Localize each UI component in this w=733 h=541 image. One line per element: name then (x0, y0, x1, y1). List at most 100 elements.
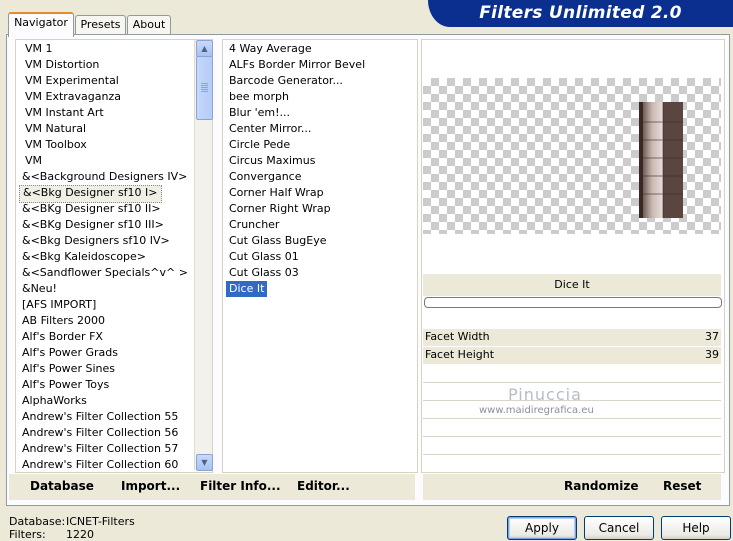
category-item[interactable]: &<Sandflower Specials^v^ > (16, 265, 212, 281)
filter-item[interactable]: Corner Half Wrap (223, 185, 417, 201)
filter-label: Convergance (229, 170, 302, 183)
randomize-button[interactable]: Randomize (564, 479, 638, 493)
filter-item[interactable]: Circle Pede (223, 137, 417, 153)
category-label: VM 1 (25, 42, 53, 55)
filter-item[interactable]: Barcode Generator... (223, 73, 417, 89)
tab-presets[interactable]: Presets (75, 15, 126, 35)
category-label: Andrew's Filter Collection 60 (22, 458, 179, 471)
category-label: &<Bkg Designers sf10 IV> (22, 234, 170, 247)
chevron-down-icon[interactable]: ▼ (196, 454, 213, 471)
help-button[interactable]: Help (661, 516, 731, 540)
editor-button[interactable]: Editor... (297, 479, 350, 493)
filter-item[interactable]: ALFs Border Mirror Bevel (223, 57, 417, 73)
category-item[interactable]: Andrew's Filter Collection 55 (16, 409, 212, 425)
filter-item[interactable]: Dice It (223, 281, 417, 297)
filters-count-label: Filters: (9, 528, 46, 541)
category-label: &Neu! (22, 282, 57, 295)
category-item[interactable]: AB Filters 2000 (16, 313, 212, 329)
param-row-facet-width[interactable]: Facet Width 37 (423, 329, 721, 347)
category-label: VM Experimental (25, 74, 119, 87)
category-item[interactable]: Alf's Power Toys (16, 377, 212, 393)
filter-label: Circle Pede (229, 138, 291, 151)
import-button[interactable]: Import... (121, 479, 180, 493)
param-row-empty (423, 365, 721, 383)
category-label: &<Background Designers IV> (22, 170, 188, 183)
param-value: 39 (705, 348, 719, 361)
filter-list[interactable]: 4 Way Average ALFs Border Mirror Bevel Bar… (222, 39, 418, 473)
category-item[interactable]: VM Natural (16, 121, 212, 137)
category-item[interactable]: VM Extravaganza (16, 89, 212, 105)
filter-info-button[interactable]: Filter Info... (200, 479, 281, 493)
reset-button[interactable]: Reset (663, 479, 701, 493)
category-label: &<BKg Designer sf10 II> (22, 202, 161, 215)
scrollbar-thumb[interactable] (196, 56, 213, 120)
category-label: VM (25, 154, 43, 167)
filter-item[interactable]: Corner Right Wrap (223, 201, 417, 217)
category-item[interactable]: &<Bkg Designer sf10 I> (16, 185, 212, 203)
category-item[interactable]: &<Bkg Kaleidoscope> (16, 249, 212, 265)
category-item[interactable]: VM Toolbox (16, 137, 212, 153)
filter-item[interactable]: Center Mirror... (223, 121, 417, 137)
category-item[interactable]: VM (16, 153, 212, 169)
category-label: &<Bkg Kaleidoscope> (22, 250, 147, 263)
filter-label: Circus Maximus (229, 154, 316, 167)
cancel-button[interactable]: Cancel (584, 516, 654, 540)
param-row-empty (423, 419, 721, 437)
tab-navigator[interactable]: Navigator (8, 12, 74, 37)
app-title: Filters Unlimited 2.0 (479, 3, 682, 23)
category-item[interactable]: VM Instant Art (16, 105, 212, 121)
category-label: VM Extravaganza (25, 90, 122, 103)
tab-about[interactable]: About (127, 15, 171, 35)
chevron-up-icon[interactable]: ▲ (196, 40, 213, 57)
param-label: Facet Width (425, 330, 490, 343)
category-item[interactable]: Alf's Power Grads (16, 345, 212, 361)
category-label: AB Filters 2000 (22, 314, 106, 327)
category-item[interactable]: &Neu! (16, 281, 212, 297)
filter-label: Cut Glass 01 (229, 250, 299, 263)
filter-label: Cut Glass 03 (229, 266, 299, 279)
category-label: Alf's Power Grads (22, 346, 118, 359)
filter-item[interactable]: Blur 'em!... (223, 105, 417, 121)
category-item[interactable]: AlphaWorks (16, 393, 212, 409)
database-button[interactable]: Database (30, 479, 94, 493)
param-row-empty (423, 455, 721, 473)
category-label: Andrew's Filter Collection 57 (22, 442, 179, 455)
category-label: VM Distortion (25, 58, 100, 71)
category-items: VM 1 VM Distortion VM Experimental VM Extra… (16, 40, 212, 472)
category-item[interactable]: VM 1 (16, 41, 212, 57)
category-item[interactable]: VM Experimental (16, 73, 212, 89)
category-item[interactable]: Andrew's Filter Collection 60 (16, 457, 212, 472)
filter-name-label: Dice It (423, 274, 721, 296)
filter-item[interactable]: Convergance (223, 169, 417, 185)
category-item[interactable]: Andrew's Filter Collection 56 (16, 425, 212, 441)
category-label: VM Natural (25, 122, 87, 135)
filter-label: 4 Way Average (229, 42, 312, 55)
category-item[interactable]: Andrew's Filter Collection 57 (16, 441, 212, 457)
filter-label: Blur 'em!... (229, 106, 290, 119)
category-item[interactable]: &<Background Designers IV> (16, 169, 212, 185)
category-list[interactable]: VM 1 VM Distortion VM Experimental VM Extra… (15, 39, 213, 473)
category-item[interactable]: Alf's Power Sines (16, 361, 212, 377)
preview-image (639, 102, 683, 218)
filter-item[interactable]: Circus Maximus (223, 153, 417, 169)
filter-item[interactable]: Cut Glass BugEye (223, 233, 417, 249)
category-item[interactable]: [AFS IMPORT] (16, 297, 212, 313)
category-scrollbar[interactable]: ▲ ▼ (194, 40, 213, 471)
category-item[interactable]: &<BKg Designer sf10 II> (16, 201, 212, 217)
filter-item[interactable]: 4 Way Average (223, 41, 417, 57)
watermark-url: www.maidiregrafica.eu (479, 405, 594, 416)
category-item[interactable]: &<Bkg Designers sf10 IV> (16, 233, 212, 249)
category-item[interactable]: Alf's Border FX (16, 329, 212, 345)
category-label: Andrew's Filter Collection 56 (22, 426, 179, 439)
filter-item[interactable]: bee morph (223, 89, 417, 105)
filters-count-value: 1220 (66, 528, 94, 541)
filter-item[interactable]: Cut Glass 03 (223, 265, 417, 281)
filter-label: Cruncher (229, 218, 280, 231)
category-item[interactable]: &<BKg Designer sf10 III> (16, 217, 212, 233)
param-row-facet-height[interactable]: Facet Height 39 (423, 347, 721, 365)
category-item[interactable]: VM Distortion (16, 57, 212, 73)
filter-item[interactable]: Cruncher (223, 217, 417, 233)
apply-button[interactable]: Apply (507, 516, 577, 540)
filter-label: Center Mirror... (229, 122, 312, 135)
filter-item[interactable]: Cut Glass 01 (223, 249, 417, 265)
